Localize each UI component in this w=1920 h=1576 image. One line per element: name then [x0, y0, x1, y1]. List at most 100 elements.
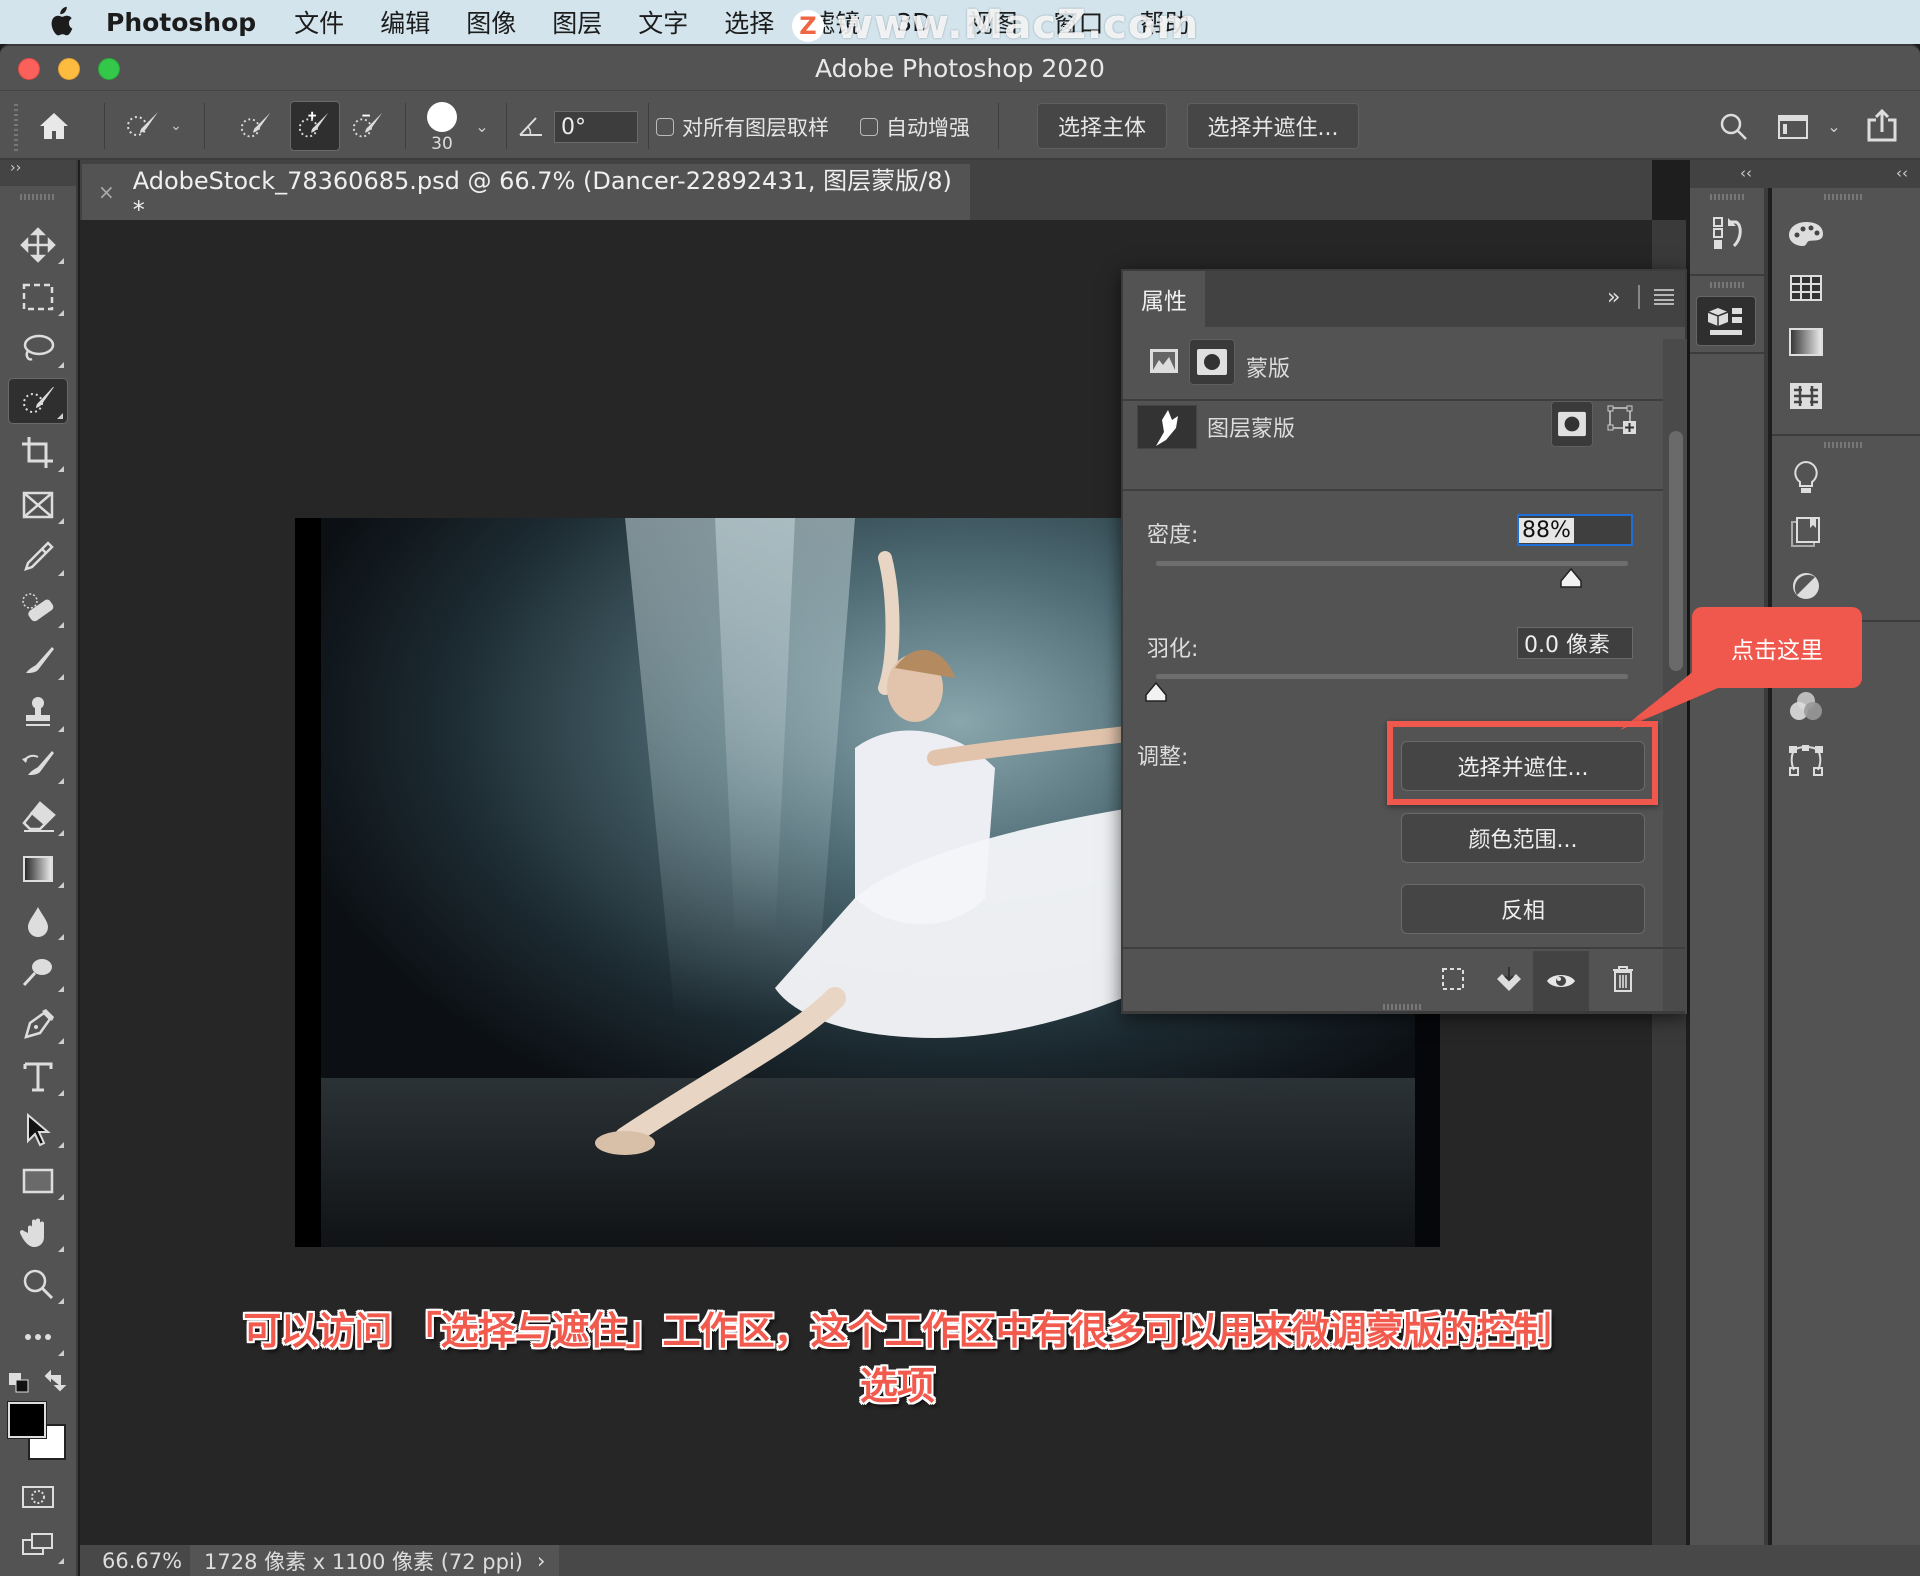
angle-input[interactable]: 0°	[554, 111, 638, 143]
tool-history-brush[interactable]	[8, 742, 68, 788]
adjustments-icon[interactable]	[1782, 564, 1830, 608]
menu-type[interactable]: 文字	[638, 4, 688, 40]
tool-hand[interactable]	[8, 1210, 68, 1256]
menu-select[interactable]: 选择	[724, 4, 774, 40]
tool-eyedropper[interactable]	[8, 534, 68, 580]
share-button[interactable]	[1862, 105, 1902, 145]
panel-menu-icon[interactable]	[1653, 287, 1675, 305]
brush-options-chevron-icon[interactable]: ⌄	[470, 111, 494, 141]
tools-collapse-button[interactable]: ››	[0, 160, 76, 186]
menu-edit[interactable]: 编辑	[380, 4, 430, 40]
history-icon[interactable]	[1704, 212, 1752, 256]
swatches-icon[interactable]	[1782, 266, 1830, 310]
tool-move[interactable]	[8, 222, 68, 268]
close-document-icon[interactable]: ×	[98, 180, 115, 204]
learn-icon[interactable]	[1782, 456, 1830, 500]
select-subject-button[interactable]: 选择主体	[1037, 103, 1167, 149]
dock-grip[interactable]	[1824, 442, 1864, 448]
apply-mask-button[interactable]	[1489, 959, 1529, 999]
tool-rectangular-marquee[interactable]	[8, 274, 68, 320]
new-selection-button[interactable]	[234, 105, 280, 147]
auto-enhance-checkbox[interactable]: 自动增强	[860, 111, 970, 143]
select-mask-button[interactable]	[1551, 401, 1593, 447]
feather-input[interactable]: 0.0 像素	[1517, 627, 1633, 659]
tool-blur[interactable]	[8, 898, 68, 944]
color-range-button[interactable]: 颜色范围...	[1401, 813, 1645, 863]
dock-grip[interactable]	[1824, 194, 1864, 200]
document-info[interactable]: 1728 像素 x 1100 像素 (72 ppi) ›	[190, 1545, 560, 1576]
density-slider-thumb[interactable]	[1559, 567, 1583, 589]
tool-type[interactable]	[8, 1054, 68, 1100]
patterns-icon[interactable]	[1782, 374, 1830, 418]
delete-mask-button[interactable]	[1603, 957, 1643, 1001]
workspace-switcher[interactable]	[1774, 109, 1812, 145]
menu-image[interactable]: 图像	[466, 4, 516, 40]
frame-icon	[22, 491, 54, 519]
workspace-chevron-icon[interactable]: ⌄	[1824, 111, 1844, 141]
screen-mode-button[interactable]	[8, 1522, 68, 1568]
tool-edit-toolbar[interactable]	[8, 1314, 68, 1360]
tool-pen[interactable]	[8, 1002, 68, 1048]
tool-clone-stamp[interactable]	[8, 690, 68, 736]
tool-brush[interactable]	[8, 638, 68, 684]
tool-preset-picker[interactable]: ⌄	[116, 105, 190, 147]
tool-spot-healing-brush[interactable]	[8, 586, 68, 632]
menu-app-name[interactable]: Photoshop	[106, 8, 256, 37]
zoom-level-field[interactable]: 66.67%	[80, 1549, 190, 1573]
document-tab[interactable]: × AdobeStock_78360685.psd @ 66.7% (Dance…	[82, 164, 970, 224]
color-icon[interactable]	[1782, 212, 1830, 256]
home-button[interactable]	[32, 105, 76, 147]
paths-icon[interactable]	[1782, 738, 1830, 782]
tool-flyout-indicator	[58, 830, 64, 836]
dock-grip[interactable]	[1710, 282, 1746, 288]
dock-grip[interactable]	[1710, 194, 1746, 200]
feather-slider-track[interactable]	[1156, 674, 1628, 679]
tool-rectangle[interactable]	[8, 1158, 68, 1204]
options-bar-grip[interactable]	[14, 101, 18, 151]
tool-eraser[interactable]	[8, 794, 68, 840]
status-menu-arrow-icon[interactable]: ›	[537, 1549, 545, 1573]
tool-lasso[interactable]	[8, 326, 68, 372]
layer-mask-mode-button[interactable]	[1189, 339, 1235, 385]
channels-icon[interactable]	[1782, 684, 1830, 728]
menu-file[interactable]: 文件	[294, 4, 344, 40]
layer-mask-thumbnail[interactable]	[1137, 405, 1197, 449]
menu-layer[interactable]: 图层	[552, 4, 602, 40]
toggle-mask-visibility-button[interactable]	[1533, 951, 1589, 1011]
subtract-from-selection-button[interactable]	[346, 105, 392, 147]
apple-menu-icon[interactable]	[40, 6, 80, 38]
search-button[interactable]	[1716, 109, 1752, 145]
invert-button[interactable]: 反相	[1401, 884, 1645, 934]
panel-scrollbar-thumb[interactable]	[1669, 431, 1683, 671]
pixel-mask-thumbnail-icon[interactable]	[1149, 348, 1181, 378]
gradients-icon[interactable]	[1782, 320, 1830, 364]
foreground-color-swatch[interactable]	[7, 1401, 47, 1439]
3d-icon[interactable]	[1696, 296, 1756, 346]
quick-mask-button[interactable]	[8, 1474, 68, 1520]
select-and-mask-toolbar-button[interactable]: 选择并遮住...	[1187, 103, 1359, 149]
brush-size-picker[interactable]: 30	[418, 97, 466, 159]
panel-resize-grip[interactable]	[1383, 1004, 1423, 1010]
tool-crop[interactable]	[8, 430, 68, 476]
collapse-panel-icon[interactable]: »	[1607, 285, 1620, 310]
tool-zoom[interactable]	[8, 1262, 68, 1308]
add-vector-mask-button[interactable]	[1607, 405, 1639, 439]
tool-gradient[interactable]	[8, 846, 68, 892]
swap-colors-icon[interactable]	[44, 1370, 68, 1394]
tools-panel-grip[interactable]	[20, 194, 56, 200]
collapse-dock-left-icon[interactable]: ‹‹	[1740, 164, 1752, 182]
properties-tab[interactable]: 属性	[1123, 271, 1205, 327]
tool-frame[interactable]	[8, 482, 68, 528]
default-colors-icon[interactable]	[8, 1372, 30, 1394]
libraries-icon[interactable]	[1782, 510, 1830, 554]
tool-path-selection[interactable]	[8, 1106, 68, 1152]
tool-dodge[interactable]	[8, 950, 68, 996]
tool-quick-selection[interactable]	[8, 378, 68, 424]
load-selection-from-mask-button[interactable]	[1433, 959, 1473, 999]
collapse-dock-right-icon[interactable]: ‹‹	[1896, 164, 1908, 182]
sample-all-layers-checkbox[interactable]: 对所有图层取样	[656, 111, 829, 143]
add-to-selection-button[interactable]	[290, 101, 340, 151]
density-input[interactable]: 88%	[1517, 514, 1633, 546]
feather-slider-thumb[interactable]	[1144, 681, 1168, 703]
density-slider-track[interactable]	[1156, 561, 1628, 566]
